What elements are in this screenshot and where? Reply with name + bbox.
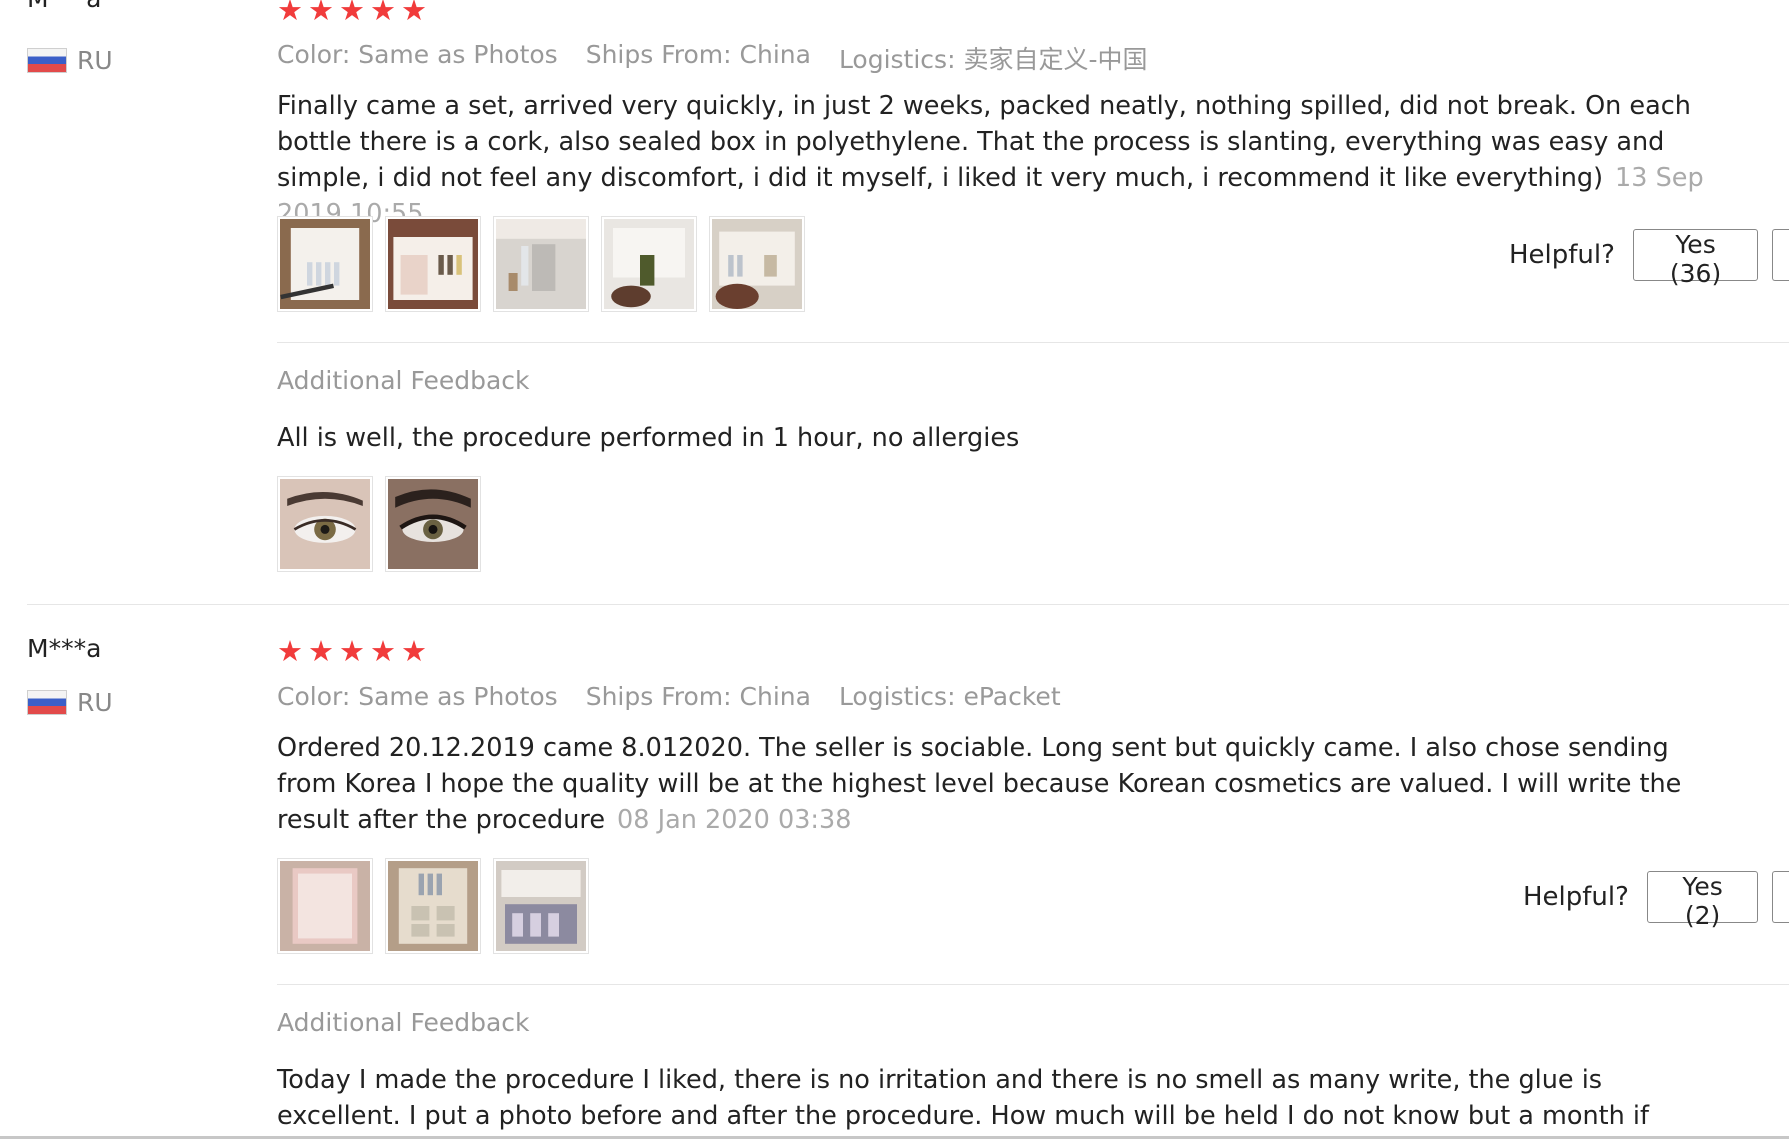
- star-icon: ★: [401, 0, 427, 27]
- star-icon: ★: [277, 634, 303, 668]
- review-content: ★ ★ ★ ★ ★: [277, 637, 1707, 666]
- reviewer-country: RU: [27, 46, 113, 75]
- review-photo-thumbnail[interactable]: [385, 216, 481, 312]
- star-icon: ★: [370, 0, 396, 27]
- review-meta-row: Color: Same as Photos Ships From: China …: [277, 40, 1707, 76]
- helpful-vote: Helpful? Yes (36): [1509, 229, 1789, 288]
- eye-photo-icon: [388, 479, 478, 569]
- reviewer-name: M***a: [27, 634, 102, 663]
- review-photo-thumbnail[interactable]: [493, 216, 589, 312]
- star-icon: ★: [308, 0, 334, 27]
- product-photo-icon: [496, 861, 586, 951]
- star-icon: ★: [370, 634, 396, 668]
- product-photo-icon: [280, 861, 370, 951]
- additional-photos: [277, 476, 1707, 572]
- review-photo-thumbnail[interactable]: [277, 216, 373, 312]
- eye-photo-icon: [280, 479, 370, 569]
- star-icon: ★: [308, 634, 334, 668]
- divider: [277, 984, 1789, 985]
- meta-logistics: Logistics: ePacket: [838, 682, 1061, 711]
- meta-ships-from: Ships From: China: [585, 682, 811, 711]
- additional-feedback-text: All is well, the procedure performed in …: [277, 423, 1020, 453]
- additional-feedback: Additional Feedback: [277, 1008, 1707, 1037]
- review-body: Finally came a set, arrived very quickly…: [277, 88, 1707, 232]
- review-photo-thumbnail[interactable]: [493, 858, 589, 954]
- helpful-yes-button[interactable]: Yes (36): [1632, 229, 1759, 288]
- reviewer-name: M***a: [27, 0, 101, 13]
- meta-color: Color: Same as Photos: [277, 40, 558, 69]
- product-photo-icon: [604, 219, 694, 309]
- star-rating: ★ ★ ★ ★ ★: [277, 0, 1707, 25]
- reviews-page: M***a RU ★ ★ ★ ★ ★ Color: Same as Photos…: [0, 0, 1789, 1139]
- review-date: 08 Jan 2020 03:38: [617, 805, 852, 835]
- star-icon: ★: [277, 0, 303, 27]
- additional-photo-thumbnail[interactable]: [385, 476, 481, 572]
- helpful-no-button[interactable]: [1772, 871, 1789, 923]
- helpful-label: Helpful?: [1523, 882, 1629, 912]
- review-text: Finally came a set, arrived very quickly…: [277, 91, 1691, 193]
- helpful-vote: Helpful? Yes (2): [1523, 871, 1789, 930]
- star-icon: ★: [339, 0, 365, 27]
- reviewer-country: RU: [27, 688, 113, 717]
- review-body: Ordered 20.12.2019 came 8.012020. The se…: [277, 730, 1707, 838]
- review-separator: [27, 604, 1789, 605]
- helpful-yes-button[interactable]: Yes (2): [1646, 871, 1759, 930]
- country-code: RU: [77, 688, 113, 717]
- meta-logistics: Logistics: 卖家自定义-中国: [838, 45, 1148, 74]
- review-photo-thumbnail[interactable]: [601, 216, 697, 312]
- review-content: ★ ★ ★ ★ ★: [277, 0, 1707, 25]
- review-meta-row: Color: Same as Photos Ships From: China …: [277, 682, 1707, 711]
- product-photo-icon: [388, 861, 478, 951]
- additional-feedback-text: Today I made the procedure I liked, ther…: [277, 1065, 1649, 1139]
- star-rating: ★ ★ ★ ★ ★: [277, 637, 1707, 666]
- product-photo-icon: [280, 219, 370, 309]
- review-photos: [277, 216, 1707, 312]
- additional-feedback-title: Additional Feedback: [277, 366, 530, 395]
- helpful-no-button[interactable]: [1772, 229, 1789, 281]
- russia-flag-icon: [27, 48, 67, 73]
- russia-flag-icon: [27, 690, 67, 715]
- review-text: Ordered 20.12.2019 came 8.012020. The se…: [277, 733, 1682, 835]
- product-photo-icon: [496, 219, 586, 309]
- product-photo-icon: [712, 219, 802, 309]
- product-photo-icon: [388, 219, 478, 309]
- review-photo-thumbnail[interactable]: [385, 858, 481, 954]
- review-photos: [277, 858, 1707, 954]
- star-icon: ★: [401, 634, 427, 668]
- star-icon: ★: [339, 634, 365, 668]
- helpful-label: Helpful?: [1509, 240, 1615, 270]
- meta-color: Color: Same as Photos: [277, 682, 558, 711]
- divider: [277, 342, 1789, 343]
- meta-ships-from: Ships From: China: [585, 40, 811, 69]
- review-photo-thumbnail[interactable]: [277, 858, 373, 954]
- additional-photo-thumbnail[interactable]: [277, 476, 373, 572]
- review-photo-thumbnail[interactable]: [709, 216, 805, 312]
- additional-feedback-title: Additional Feedback: [277, 1008, 530, 1037]
- additional-feedback: Additional Feedback: [277, 366, 1707, 395]
- country-code: RU: [77, 46, 113, 75]
